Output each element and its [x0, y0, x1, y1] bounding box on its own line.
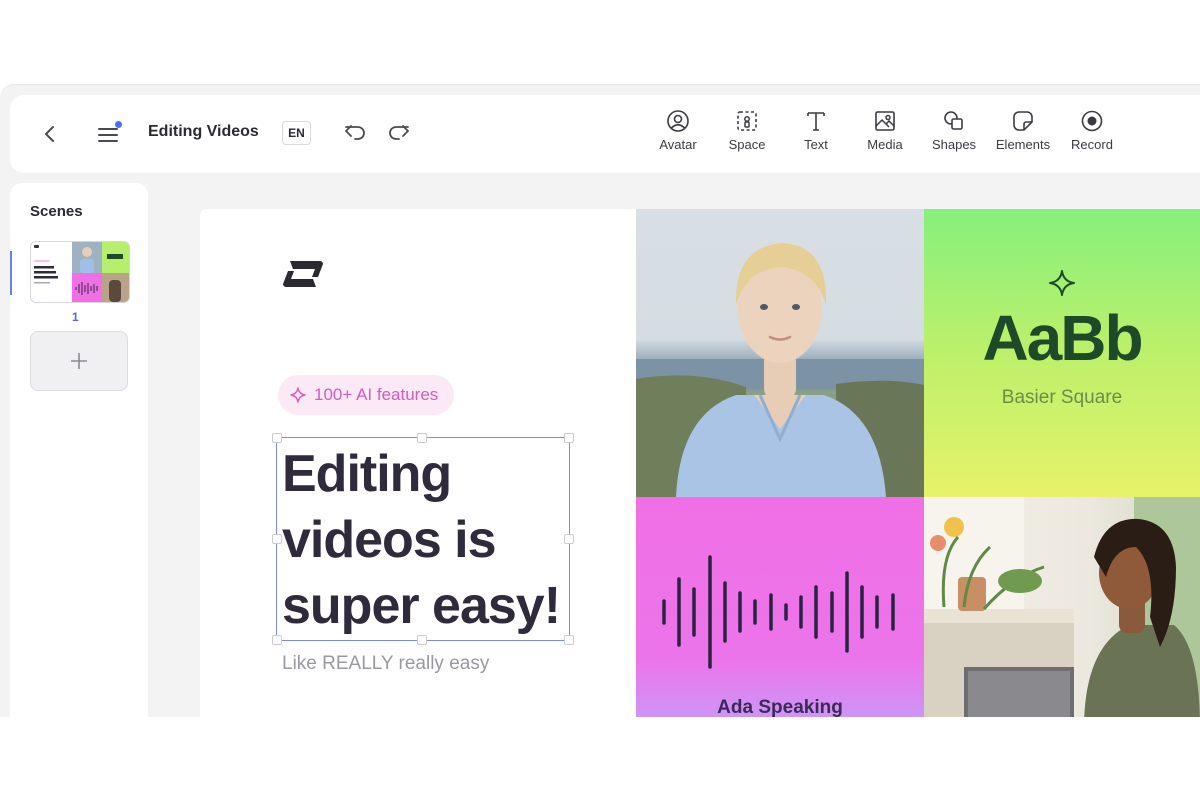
sparkle-icon [1049, 270, 1075, 296]
scene-preview [31, 242, 129, 302]
avatar-icon [667, 110, 689, 132]
undo-button[interactable] [343, 122, 367, 144]
tool-elements[interactable]: Elements [988, 109, 1058, 159]
ai-features-badge[interactable]: 100+ AI features [278, 375, 455, 415]
sparkle-icon [290, 387, 306, 403]
resize-handle[interactable] [564, 635, 574, 645]
avatar-tile[interactable] [636, 209, 924, 497]
brand-logo [283, 261, 323, 287]
resize-handle[interactable] [272, 433, 282, 443]
tool-label: Media [867, 137, 903, 152]
tool-shapes[interactable]: Shapes [919, 109, 989, 159]
tool-record[interactable]: Record [1057, 109, 1127, 159]
menu-button[interactable] [94, 121, 122, 147]
project-title[interactable]: Editing Videos [148, 123, 259, 141]
resize-handle[interactable] [564, 534, 574, 544]
back-button[interactable] [38, 122, 62, 146]
voice-tile[interactable]: Ada Speaking [636, 497, 924, 717]
scenes-title: Scenes [30, 203, 83, 220]
active-scene-indicator [10, 251, 12, 295]
speaker-caption: Ada Speaking [717, 697, 843, 717]
chevron-left-icon [45, 126, 54, 142]
subtitle-text[interactable]: Like REALLY really easy [282, 653, 489, 675]
redo-icon [389, 125, 409, 140]
resize-handle[interactable] [417, 635, 427, 645]
tool-label: Avatar [659, 137, 697, 152]
slide-canvas[interactable]: 100+ AI features Editing videos is super… [200, 209, 1200, 717]
tool-text[interactable]: Text [781, 109, 851, 159]
add-scene-button[interactable] [30, 331, 128, 391]
text-icon [807, 112, 825, 131]
tool-media[interactable]: Media [850, 109, 920, 159]
tool-label: Shapes [931, 137, 977, 152]
media-icon [875, 111, 895, 131]
notification-dot [115, 121, 122, 128]
scenes-panel: Scenes 1 [10, 183, 148, 717]
typography-tile[interactable]: AaBb Basier Square [924, 209, 1200, 497]
photo-tile[interactable] [924, 497, 1200, 717]
resize-handle[interactable] [417, 433, 427, 443]
record-icon [1081, 110, 1103, 132]
resize-handle[interactable] [272, 534, 282, 544]
space-icon [737, 111, 757, 131]
waveform-icon [662, 555, 895, 669]
redo-button[interactable] [387, 122, 411, 144]
badge-text: 100+ AI features [314, 385, 439, 404]
tool-label: Space [728, 137, 766, 152]
tool-label: Elements [995, 137, 1051, 152]
plus-icon [71, 353, 87, 369]
elements-icon [1013, 111, 1033, 131]
undo-icon [345, 125, 365, 140]
top-toolbar: Editing Videos EN Avatar Space Text Medi… [10, 95, 1200, 173]
woman-with-laptop-image [924, 497, 1200, 717]
shapes-icon [944, 111, 963, 130]
font-sample: AaBb [982, 302, 1143, 374]
language-selector[interactable]: EN [282, 121, 311, 145]
avatar-image [636, 243, 924, 497]
scene-number: 1 [72, 310, 79, 324]
scene-thumbnail[interactable] [30, 241, 130, 303]
app-window: Editing Videos EN Avatar Space Text Medi… [0, 84, 1200, 717]
resize-handle[interactable] [564, 433, 574, 443]
resize-handle[interactable] [272, 635, 282, 645]
tool-space[interactable]: Space [712, 109, 782, 159]
tool-avatar[interactable]: Avatar [643, 109, 713, 159]
font-name: Basier Square [1001, 387, 1123, 408]
tool-label: Text [804, 137, 828, 152]
tool-label: Record [1071, 137, 1113, 152]
selection-box[interactable] [272, 433, 574, 645]
